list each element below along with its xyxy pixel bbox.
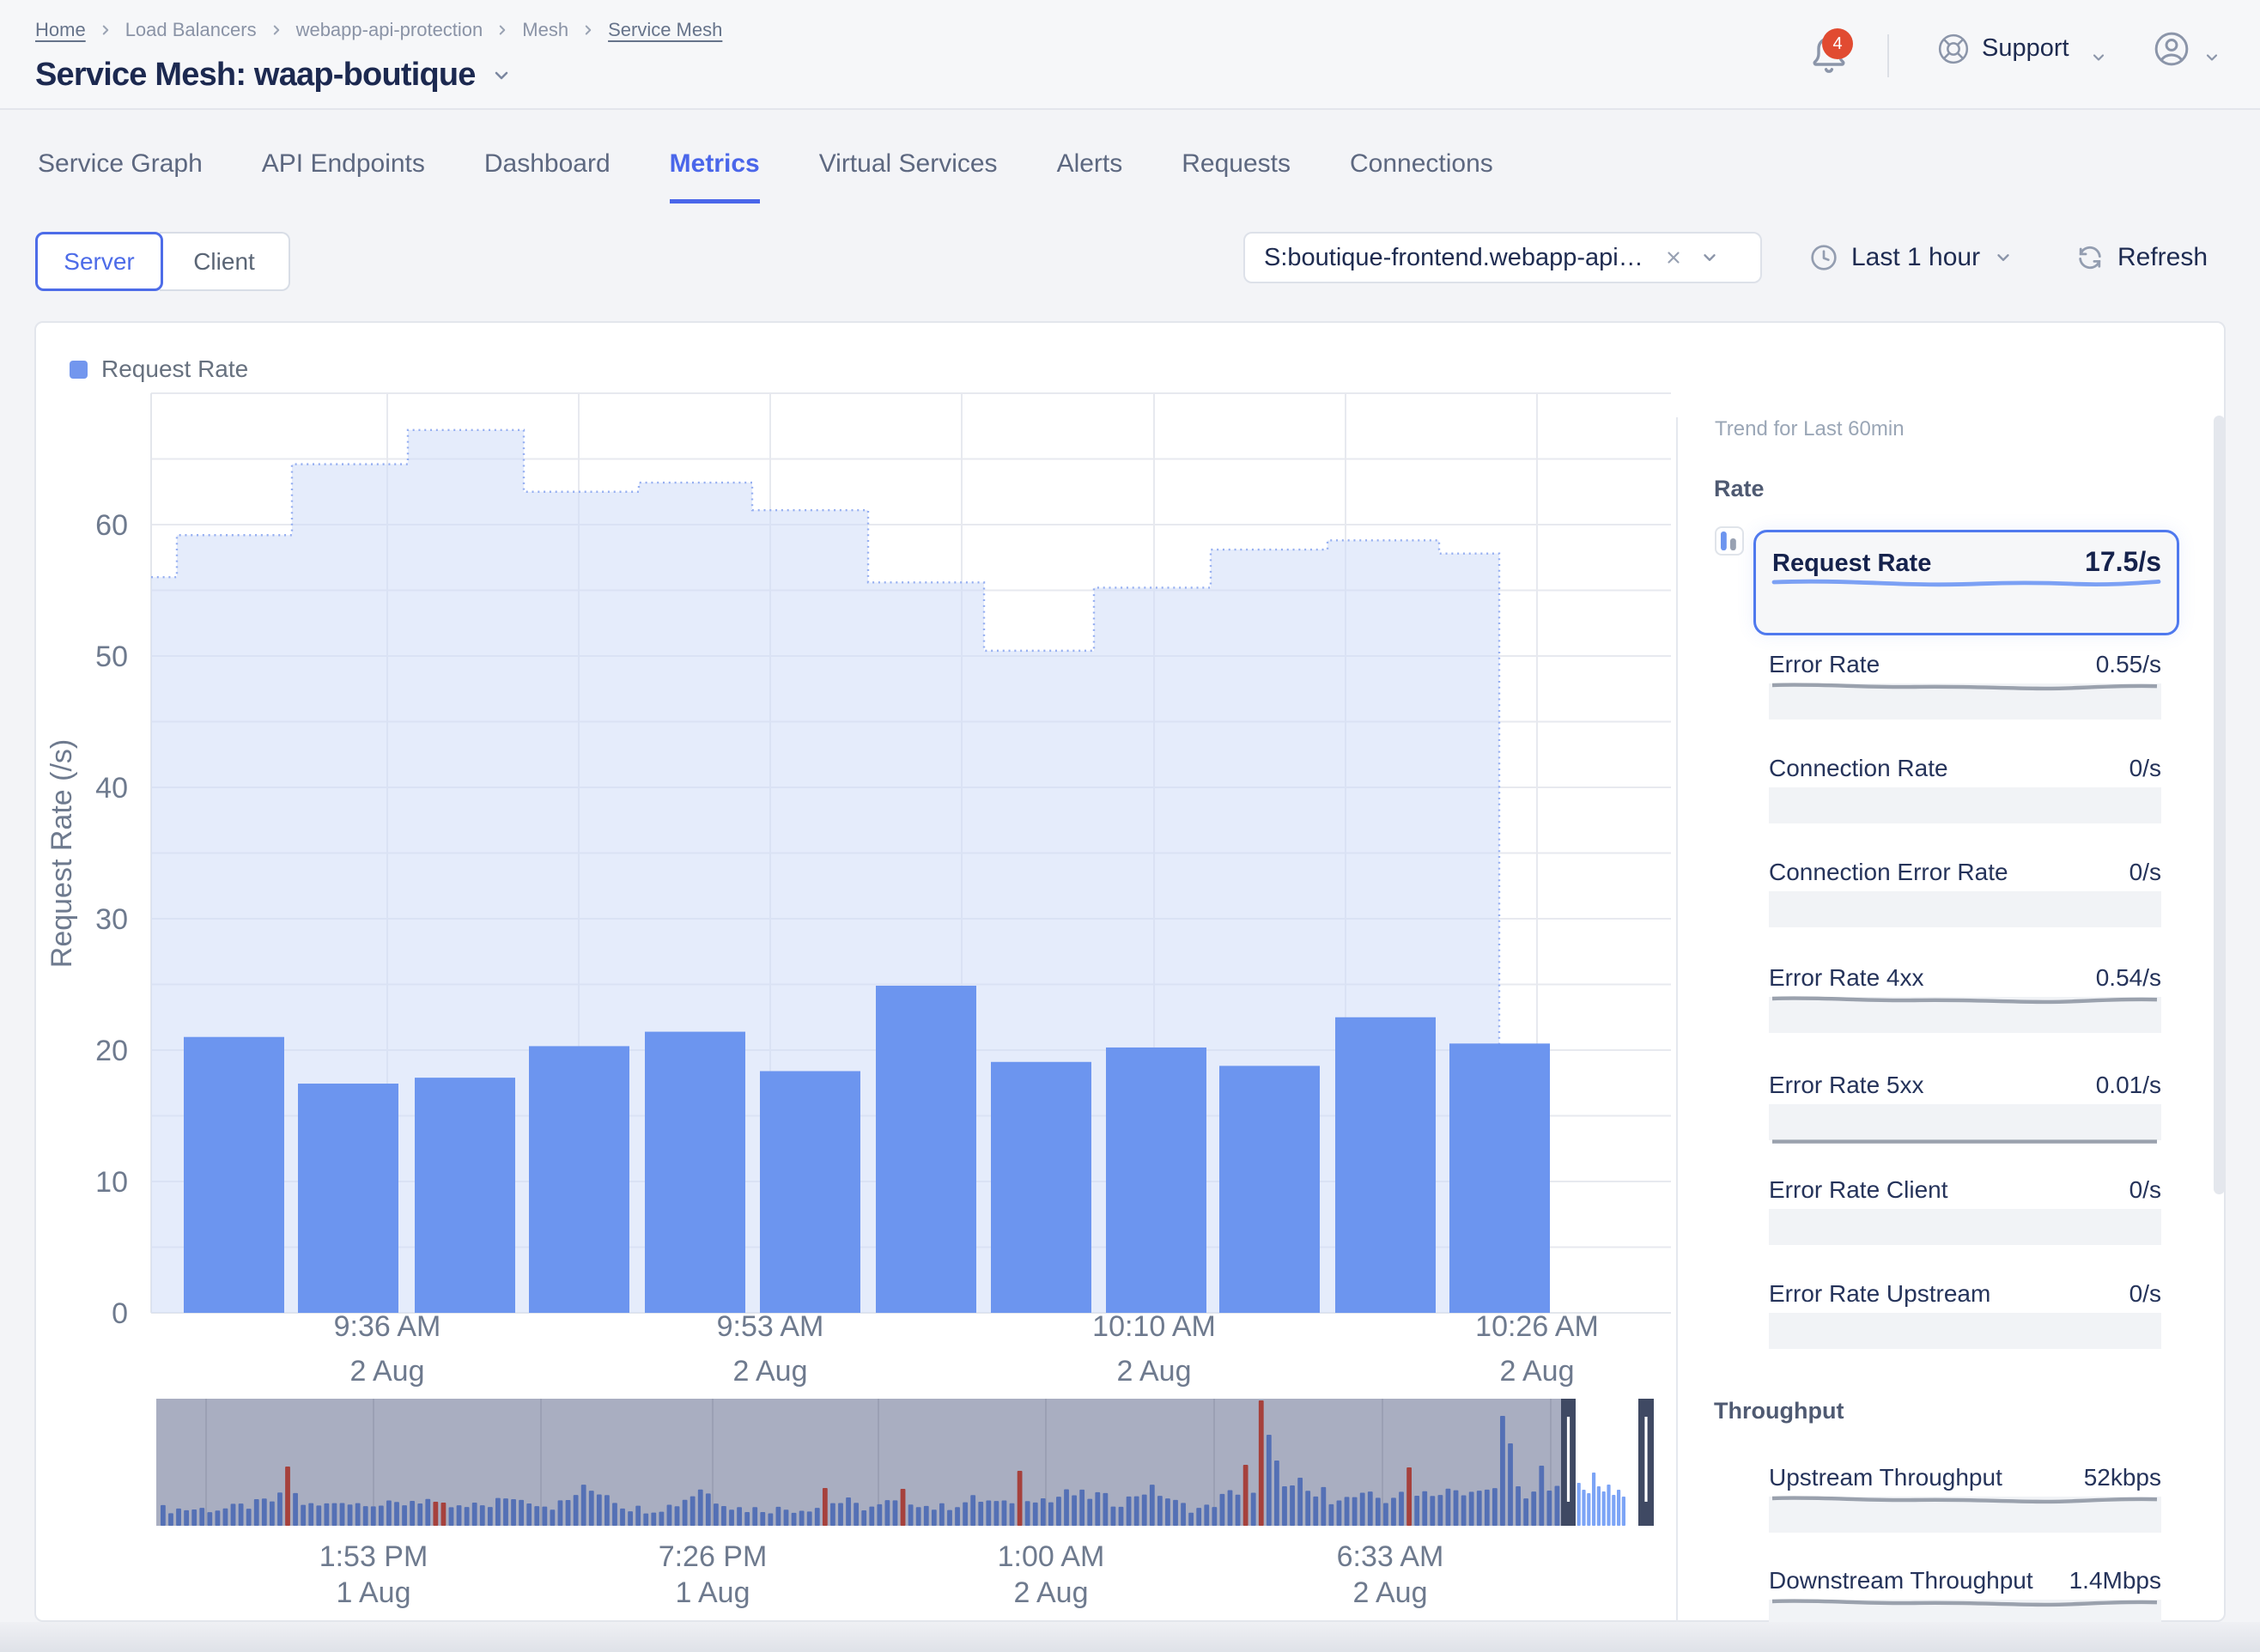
svg-text:0: 0: [112, 1297, 128, 1330]
svg-text:1:00 AM: 1:00 AM: [998, 1540, 1105, 1573]
svg-text:1 Aug: 1 Aug: [676, 1576, 750, 1609]
svg-text:60: 60: [95, 509, 128, 542]
svg-text:6:33 AM: 6:33 AM: [1337, 1540, 1444, 1573]
svg-text:40: 40: [95, 772, 128, 805]
svg-text:20: 20: [95, 1035, 128, 1067]
svg-text:9:36 AM: 9:36 AM: [334, 1310, 441, 1343]
svg-text:10: 10: [95, 1166, 128, 1199]
svg-text:10:10 AM: 10:10 AM: [1092, 1310, 1216, 1343]
svg-text:1:53 PM: 1:53 PM: [319, 1540, 428, 1573]
svg-text:9:53 AM: 9:53 AM: [717, 1310, 824, 1343]
svg-text:50: 50: [95, 641, 128, 673]
svg-text:2 Aug: 2 Aug: [1014, 1576, 1089, 1609]
svg-text:Request Rate (/s): Request Rate (/s): [46, 739, 78, 968]
svg-text:1 Aug: 1 Aug: [337, 1576, 411, 1609]
svg-text:10:26 AM: 10:26 AM: [1475, 1310, 1599, 1343]
svg-text:2 Aug: 2 Aug: [1353, 1576, 1428, 1609]
svg-text:7:26 PM: 7:26 PM: [659, 1540, 768, 1573]
svg-text:30: 30: [95, 903, 128, 936]
